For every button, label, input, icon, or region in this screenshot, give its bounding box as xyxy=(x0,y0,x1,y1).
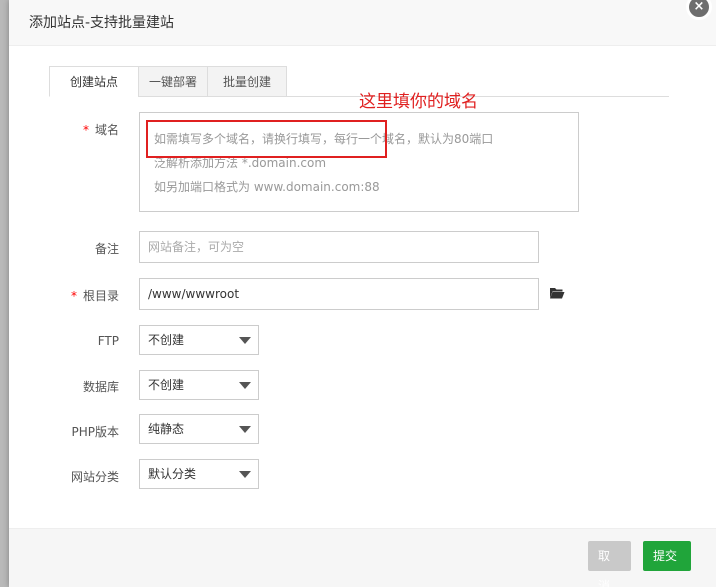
dialog-footer: 取消 提交 xyxy=(9,528,716,587)
chevron-down-icon xyxy=(239,471,251,478)
folder-open-icon[interactable] xyxy=(549,286,565,300)
add-site-dialog: 添加站点-支持批量建站 创建站点 一键部署 批量创建 这里填你的域名 * 域名 如… xyxy=(9,0,716,587)
cancel-button[interactable]: 取消 xyxy=(588,541,631,587)
root-dir-input[interactable]: /www/wwwroot xyxy=(139,278,539,310)
domain-placeholder-line-3: 如另加端口格式为 www.domain.com:88 xyxy=(154,180,380,194)
chevron-down-icon xyxy=(239,337,251,344)
tab-one-click-deploy[interactable]: 一键部署 xyxy=(138,66,208,97)
site-category-select[interactable]: 默认分类 xyxy=(139,459,259,489)
required-mark: * xyxy=(70,289,77,303)
required-mark: * xyxy=(82,123,89,137)
database-label: 数据库 xyxy=(82,380,119,394)
chevron-down-icon xyxy=(239,426,251,433)
php-version-select[interactable]: 纯静态 xyxy=(139,414,259,444)
remark-input[interactable]: 网站备注，可为空 xyxy=(139,231,539,263)
domain-label: * 域名 xyxy=(0,121,119,138)
submit-button[interactable]: 提交 xyxy=(643,541,691,571)
site-category-label: 网站分类 xyxy=(70,470,119,484)
domain-label-text: 域名 xyxy=(94,123,119,137)
tab-create-site[interactable]: 创建站点 xyxy=(49,66,139,97)
tab-batch-create[interactable]: 批量创建 xyxy=(207,66,287,97)
remark-label: 备注 xyxy=(94,242,119,256)
annotation-highlight-box xyxy=(146,120,387,158)
root-dir-label-text: 根目录 xyxy=(82,289,119,303)
ftp-select-value: 不创建 xyxy=(148,333,185,347)
php-version-select-value: 纯静态 xyxy=(148,422,185,436)
root-dir-label: * 根目录 xyxy=(0,287,119,304)
database-select[interactable]: 不创建 xyxy=(139,370,259,400)
chevron-down-icon xyxy=(239,382,251,389)
ftp-label: FTP xyxy=(97,334,119,348)
site-category-select-value: 默认分类 xyxy=(148,467,197,481)
database-select-value: 不创建 xyxy=(148,378,185,392)
php-version-label: PHP版本 xyxy=(71,425,120,439)
dialog-title: 添加站点-支持批量建站 xyxy=(9,0,716,46)
ftp-select[interactable]: 不创建 xyxy=(139,325,259,355)
annotation-text: 这里填你的域名 xyxy=(359,92,478,112)
